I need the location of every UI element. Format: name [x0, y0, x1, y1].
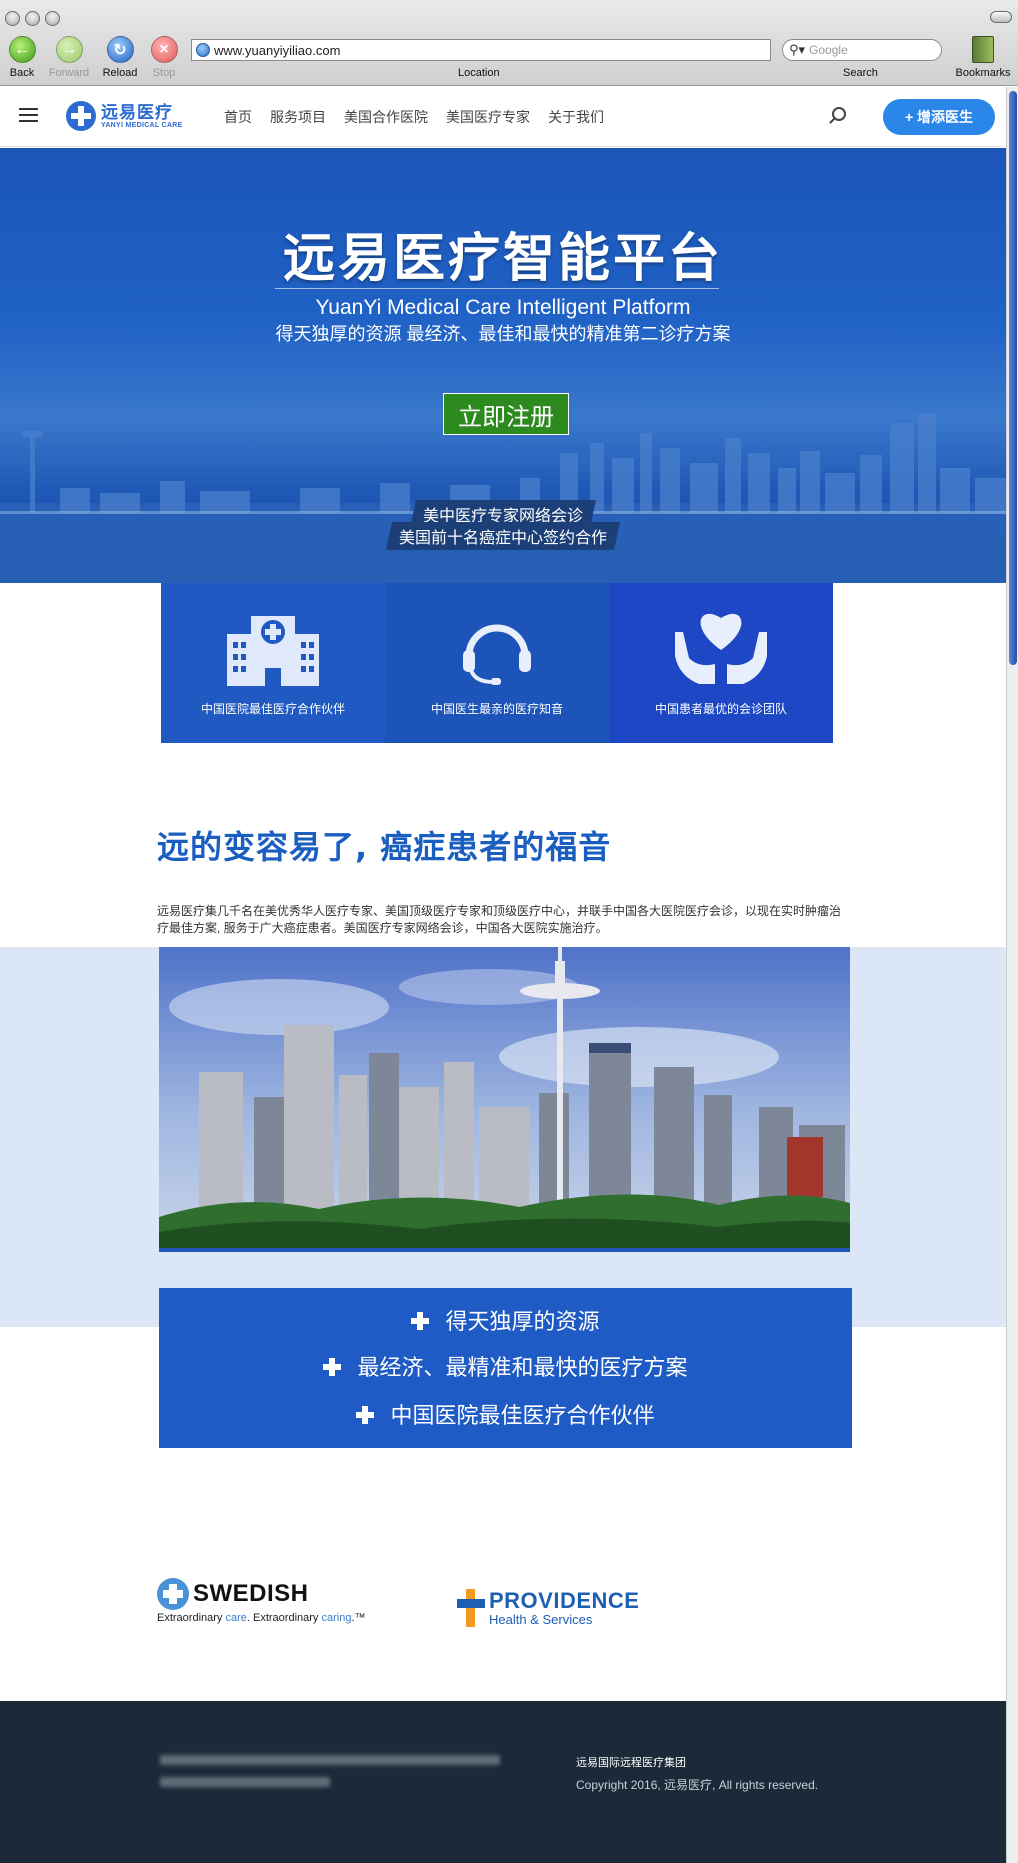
redacted-contact	[160, 1777, 330, 1787]
bookmarks-icon	[972, 36, 994, 63]
stop-icon: ×	[150, 36, 178, 63]
browser-chrome: ← Back → Forward ↻ Reload × Stop www.yua…	[0, 0, 1018, 86]
plus-icon	[411, 1312, 430, 1330]
globe-icon	[196, 43, 210, 57]
add-doctor-button[interactable]: + 增添医生	[883, 99, 995, 135]
reload-icon: ↻	[106, 36, 134, 63]
browser-search-input[interactable]: ⚲▾ Google	[782, 39, 942, 61]
main-nav: 首页 服务项目 美国合作医院 美国医疗专家 关于我们	[224, 107, 604, 127]
forward-arrow-icon: →	[55, 36, 83, 63]
bookmarks-label: Bookmarks	[955, 67, 1011, 79]
nav-us-hospitals[interactable]: 美国合作医院	[344, 107, 428, 127]
search-icon[interactable]	[832, 107, 846, 121]
feature-card[interactable]: 中国患者最优的会诊团队	[609, 583, 833, 743]
nav-home[interactable]: 首页	[224, 107, 252, 127]
zoom-window-button[interactable]	[45, 11, 60, 26]
hero-banner: 远易医疗智能平台 YuanYi Medical Care Intelligent…	[0, 148, 1006, 583]
site-logo[interactable]: 远易医疗 YANYI MEDICAL CARE	[66, 101, 183, 131]
seattle-city-photo	[159, 947, 850, 1252]
hero-title: 远易医疗智能平台	[282, 229, 723, 289]
logo-en-text: YANYI MEDICAL CARE	[101, 121, 183, 129]
providence-cross-icon	[457, 1589, 485, 1627]
providence-name: PROVIDENCE	[489, 1587, 640, 1613]
hamburger-menu-icon[interactable]	[19, 108, 38, 122]
intro-heading: 远的变容易了, 癌症患者的福音	[157, 828, 612, 866]
cross-logo-icon	[66, 101, 96, 131]
forward-button[interactable]: → Forward	[43, 36, 95, 79]
bookmarks-button[interactable]: Bookmarks	[951, 36, 1015, 79]
close-window-button[interactable]	[5, 11, 20, 26]
feature-label: 中国患者最优的会诊团队	[654, 702, 787, 716]
hero-subtitle-cn: 得天独厚的资源 最经济、最佳和最快的精准第二诊疗方案	[275, 324, 731, 344]
stop-label: Stop	[152, 67, 176, 79]
swedish-name: SWEDISH	[193, 1580, 309, 1607]
highlight-item: 得天独厚的资源	[159, 1304, 852, 1336]
footer-copyright: Copyright 2016, 远易医疗, All rights reserve…	[576, 1778, 819, 1792]
feature-label: 中国医生最亲的医疗知音	[430, 702, 563, 716]
intro-paragraph: 远易医疗集几千名在美优秀华人医疗专家、美国顶级医疗专家和顶级医疗中心，并联手中国…	[157, 904, 842, 935]
headset-icon	[463, 624, 531, 685]
back-arrow-icon: ←	[8, 36, 36, 63]
minimize-window-button[interactable]	[25, 11, 40, 26]
stop-button[interactable]: × Stop	[138, 36, 190, 79]
search-label: Search	[843, 67, 878, 79]
swedish-tagline: Extraordinary care. Extraordinary caring…	[157, 1612, 366, 1624]
feature-cards: 中国医院最佳医疗合作伙伴 中国医生最亲的医疗知音 中国患者最优的会诊团队	[161, 583, 833, 743]
location-label: Location	[458, 67, 500, 79]
nav-about[interactable]: 关于我们	[548, 107, 604, 127]
nav-us-experts[interactable]: 美国医疗专家	[446, 107, 530, 127]
window-controls	[5, 11, 60, 26]
plus-icon	[356, 1406, 375, 1424]
heart-hands-icon	[675, 613, 767, 684]
url-input[interactable]: www.yuanyiyiliao.com	[191, 39, 771, 61]
scrollbar-thumb[interactable]	[1009, 91, 1017, 665]
reload-label: Reload	[102, 67, 138, 79]
feature-card[interactable]: 中国医院最佳医疗合作伙伴	[161, 583, 385, 743]
back-button[interactable]: ← Back	[0, 36, 48, 79]
swedish-cross-icon	[157, 1578, 189, 1610]
feature-card[interactable]: 中国医生最亲的医疗知音	[385, 583, 609, 743]
partner-swedish-logo[interactable]: SWEDISH Extraordinary care. Extraordinar…	[157, 1578, 366, 1624]
site-footer: 远易国际远程医疗集团 Copyright 2016, 远易医疗, All rig…	[0, 1701, 1006, 1863]
redacted-address	[160, 1755, 500, 1765]
footer-company: 远易国际远程医疗集团	[576, 1757, 686, 1769]
logo-cn-text: 远易医疗	[101, 102, 173, 122]
magnifier-icon: ⚲▾	[789, 42, 806, 57]
highlight-item: 最经济、最精准和最快的医疗方案	[159, 1350, 852, 1382]
partner-providence-logo[interactable]: PROVIDENCE Health & Services	[457, 1589, 639, 1627]
site-header: 远易医疗 YANYI MEDICAL CARE 首页 服务项目 美国合作医院 美…	[0, 87, 1006, 147]
nav-services[interactable]: 服务项目	[270, 107, 326, 127]
forward-label: Forward	[48, 67, 90, 79]
search-placeholder: Google	[809, 43, 848, 57]
hero-subtitle-en: YuanYi Medical Care Intelligent Platform	[315, 296, 691, 319]
hospital-icon	[227, 616, 319, 686]
city-photo-image	[159, 947, 850, 1248]
highlight-item: 中国医院最佳医疗合作伙伴	[159, 1398, 852, 1430]
hero-tag-partners: 美国前十名癌症中心签约合作	[0, 522, 1006, 550]
back-label: Back	[9, 67, 35, 79]
plus-icon	[323, 1358, 342, 1376]
register-button[interactable]: 立即注册	[443, 393, 569, 435]
url-text: www.yuanyiyiliao.com	[214, 42, 341, 58]
providence-subtitle: Health & Services	[489, 1611, 593, 1627]
toolbar-toggle-button[interactable]	[990, 11, 1012, 23]
feature-label: 中国医院最佳医疗合作伙伴	[200, 702, 345, 716]
highlights-box: 得天独厚的资源 最经济、最精准和最快的医疗方案 中国医院最佳医疗合作伙伴	[159, 1288, 852, 1448]
page-scrollbar[interactable]	[1006, 87, 1018, 1863]
hero-divider	[275, 288, 719, 289]
